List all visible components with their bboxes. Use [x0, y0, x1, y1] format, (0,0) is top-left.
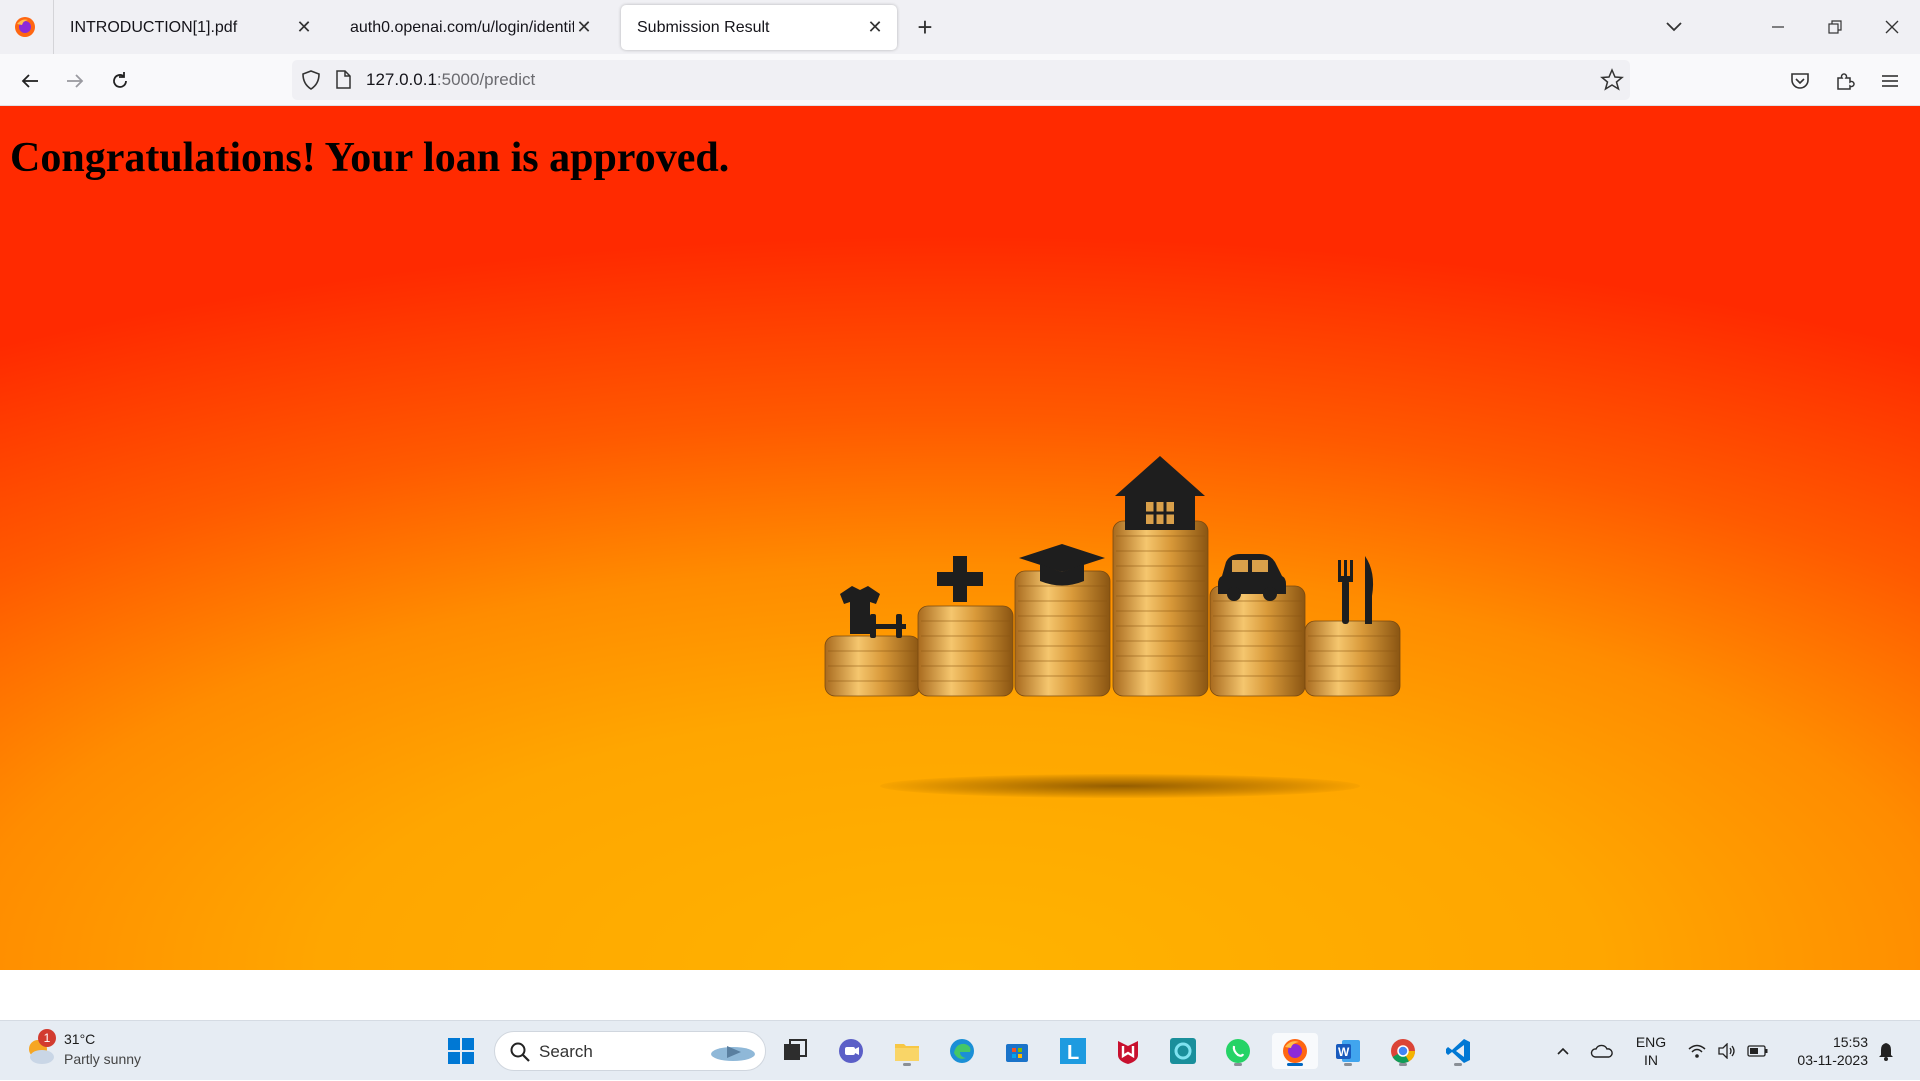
medical-cross-icon	[937, 556, 983, 602]
microsoft-store-icon[interactable]	[999, 1033, 1035, 1069]
input-language[interactable]: ENG IN	[1628, 1033, 1674, 1069]
tab-title: auth0.openai.com/u/login/identifier	[350, 18, 574, 36]
language-code: ENG	[1635, 1034, 1667, 1050]
minimize-icon[interactable]	[1758, 12, 1798, 42]
coin-stack	[824, 520, 1401, 697]
taskbar-search-box[interactable]: Search	[494, 1031, 766, 1071]
floor-shadow	[880, 774, 1360, 798]
word-icon[interactable]: W	[1330, 1033, 1366, 1069]
notification-bell-icon[interactable]	[1874, 1021, 1898, 1081]
edge-browser-icon[interactable]	[944, 1033, 980, 1069]
tab-auth0-login[interactable]: auth0.openai.com/u/login/identifier ✕	[334, 5, 606, 50]
teams-chat-icon[interactable]	[833, 1033, 869, 1069]
tshirt-dumbbell-icon	[840, 586, 906, 638]
file-explorer-icon[interactable]	[889, 1033, 925, 1069]
firefox-taskbar-icon[interactable]	[1272, 1033, 1318, 1069]
running-indicator	[1454, 1063, 1462, 1066]
close-icon[interactable]: ✕	[294, 17, 314, 38]
taskbar-clock[interactable]: 15:53 03-11-2023	[1782, 1033, 1868, 1069]
close-window-icon[interactable]	[1872, 12, 1912, 42]
weather-widget[interactable]: 1 31°C Partly sunny	[22, 1029, 162, 1073]
whatsapp-icon[interactable]	[1220, 1033, 1256, 1069]
menu-hamburger-icon[interactable]	[1875, 66, 1905, 96]
vscode-icon[interactable]	[1440, 1033, 1476, 1069]
show-hidden-icons-chevron-up-icon[interactable]	[1548, 1021, 1578, 1081]
navigation-toolbar: 127.0.0.1:5000/predict	[0, 54, 1920, 106]
search-label: Search	[539, 1042, 593, 1061]
tab-introduction-pdf[interactable]: INTRODUCTION[1].pdf ✕	[54, 5, 326, 50]
l-app-icon[interactable]: L	[1055, 1033, 1091, 1069]
approval-heading: Congratulations! Your loan is approved.	[10, 135, 730, 181]
running-indicator	[1344, 1063, 1352, 1066]
page-content: Congratulations! Your loan is approved.	[0, 106, 1920, 970]
running-indicator	[1234, 1063, 1242, 1066]
search-highlight-plane-icon	[707, 1038, 759, 1066]
url-text[interactable]: 127.0.0.1:5000/predict	[366, 70, 535, 90]
running-indicator	[1399, 1063, 1407, 1066]
battery-icon[interactable]	[1744, 1021, 1772, 1081]
windows-start-icon[interactable]	[443, 1033, 479, 1069]
search-icon	[509, 1041, 531, 1063]
clock-date: 03-11-2023	[1797, 1052, 1868, 1068]
weather-badge: 1	[38, 1029, 56, 1047]
chrome-icon[interactable]	[1385, 1033, 1421, 1069]
house-icon	[1115, 456, 1205, 530]
fork-knife-icon	[1338, 556, 1374, 624]
tab-title: Submission Result	[637, 18, 770, 36]
close-icon[interactable]: ✕	[574, 17, 594, 38]
url-path: :5000/predict	[436, 70, 536, 89]
forward-arrow-icon[interactable]	[60, 66, 90, 96]
clock-time: 15:53	[1832, 1034, 1868, 1050]
running-indicator	[903, 1063, 911, 1066]
restore-icon[interactable]	[1815, 12, 1855, 42]
shield-icon[interactable]	[298, 67, 324, 93]
active-indicator	[1287, 1063, 1303, 1066]
reload-icon[interactable]	[105, 66, 135, 96]
car-icon	[1218, 554, 1286, 601]
wifi-icon[interactable]	[1684, 1021, 1710, 1081]
volume-icon[interactable]	[1714, 1021, 1740, 1081]
svg-text:L: L	[1067, 1042, 1079, 1064]
svg-text:W: W	[1338, 1045, 1350, 1059]
page-bottom-area	[0, 970, 1920, 1020]
task-view-icon[interactable]	[777, 1033, 813, 1069]
extensions-puzzle-icon[interactable]	[1830, 66, 1860, 96]
list-all-tabs-chevron-down-icon[interactable]	[1660, 14, 1688, 40]
close-icon[interactable]: ✕	[865, 17, 885, 38]
page-info-icon[interactable]	[332, 68, 354, 92]
pocket-icon[interactable]	[1785, 66, 1815, 96]
weather-temperature: 31°C	[64, 1031, 96, 1047]
back-arrow-icon[interactable]	[15, 66, 45, 96]
new-tab-button[interactable]: +	[912, 12, 938, 42]
weather-condition: Partly sunny	[64, 1051, 142, 1067]
loan-coins-illustration	[820, 376, 1410, 736]
region-code: IN	[1644, 1052, 1658, 1068]
tab-strip: INTRODUCTION[1].pdf ✕ auth0.openai.com/u…	[0, 0, 1920, 54]
address-bar[interactable]: 127.0.0.1:5000/predict	[292, 60, 1630, 100]
tab-title: INTRODUCTION[1].pdf	[70, 18, 238, 36]
url-host: 127.0.0.1	[366, 70, 437, 89]
windows-taskbar: 1 31°C Partly sunny Search L W ENG IN 15…	[0, 1020, 1920, 1080]
mcafee-icon[interactable]	[1110, 1033, 1146, 1069]
alexa-icon[interactable]	[1165, 1033, 1201, 1069]
firefox-logo-icon[interactable]	[14, 16, 36, 38]
onedrive-cloud-icon[interactable]	[1586, 1021, 1618, 1081]
tab-submission-result[interactable]: Submission Result ✕	[621, 5, 897, 50]
bookmark-star-icon[interactable]	[1600, 68, 1624, 92]
